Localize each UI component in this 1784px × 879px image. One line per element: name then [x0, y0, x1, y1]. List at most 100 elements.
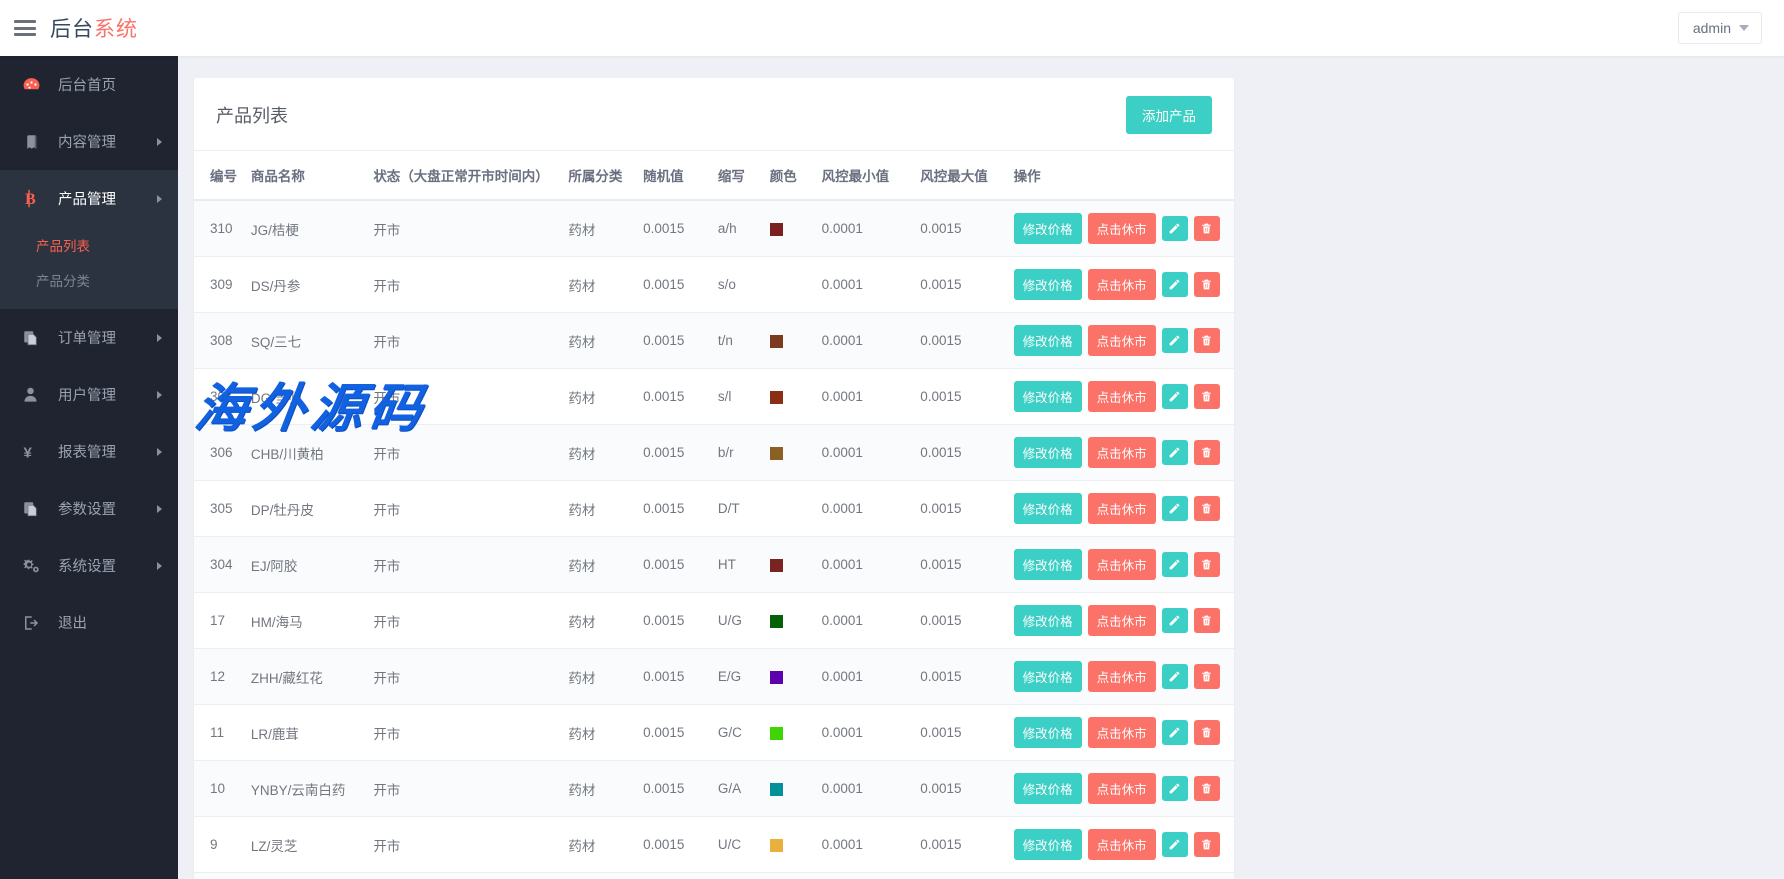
edit-row-button[interactable]	[1162, 328, 1188, 353]
edit-row-button[interactable]	[1162, 720, 1188, 745]
edit-price-button[interactable]: 修改价格	[1014, 605, 1082, 636]
delete-row-button[interactable]	[1194, 832, 1220, 857]
edit-price-button[interactable]: 修改价格	[1014, 773, 1082, 804]
cell-status: 开市	[367, 817, 562, 873]
cell-abbr: U/C	[712, 817, 764, 873]
edit-row-button[interactable]	[1162, 440, 1188, 465]
delete-row-button[interactable]	[1194, 608, 1220, 633]
close-market-button[interactable]: 点击休市	[1088, 493, 1156, 524]
cell-status: 开市	[367, 705, 562, 761]
pencil-icon	[1168, 782, 1181, 795]
close-market-button[interactable]: 点击休市	[1088, 773, 1156, 804]
delete-row-button[interactable]	[1194, 496, 1220, 521]
cell-id: 5	[194, 873, 245, 879]
add-product-button[interactable]: 添加产品	[1126, 96, 1212, 134]
sidebar-subitem-product-list[interactable]: 产品列表	[0, 227, 178, 262]
sidebar-item-report[interactable]: ¥ 报表管理	[0, 423, 178, 480]
edit-price-button[interactable]: 修改价格	[1014, 381, 1082, 412]
edit-price-button[interactable]: 修改价格	[1014, 717, 1082, 748]
close-market-button[interactable]: 点击休市	[1088, 381, 1156, 412]
sidebar-item-content[interactable]: 内容管理	[0, 113, 178, 170]
edit-row-button[interactable]	[1162, 216, 1188, 241]
color-swatch	[770, 223, 783, 236]
edit-row-button[interactable]	[1162, 496, 1188, 521]
edit-row-button[interactable]	[1162, 608, 1188, 633]
cell-color	[764, 817, 816, 873]
delete-row-button[interactable]	[1194, 440, 1220, 465]
delete-row-button[interactable]	[1194, 664, 1220, 689]
cell-random: 0.0015	[637, 593, 712, 649]
pencil-icon	[1168, 222, 1181, 235]
sidebar-item-logout[interactable]: 退出	[0, 594, 178, 651]
cell-id: 10	[194, 761, 245, 817]
edit-price-button[interactable]: 修改价格	[1014, 549, 1082, 580]
cell-random: 0.0015	[637, 200, 712, 257]
edit-row-button[interactable]	[1162, 664, 1188, 689]
chevron-right-icon	[157, 334, 162, 342]
cell-category: 药材	[562, 257, 637, 313]
table-row: 10YNBY/云南白药开市药材0.0015G/A0.00010.0015修改价格…	[194, 761, 1234, 817]
cell-min: 0.0001	[816, 200, 915, 257]
close-market-button[interactable]: 点击休市	[1088, 829, 1156, 860]
edit-row-button[interactable]	[1162, 272, 1188, 297]
edit-row-button[interactable]	[1162, 832, 1188, 857]
sidebar-item-params[interactable]: 参数设置	[0, 480, 178, 537]
color-swatch	[770, 391, 783, 404]
close-market-button[interactable]: 点击休市	[1088, 269, 1156, 300]
edit-price-button[interactable]: 修改价格	[1014, 325, 1082, 356]
sidebar-subitem-product-category[interactable]: 产品分类	[0, 262, 178, 297]
delete-row-button[interactable]	[1194, 216, 1220, 241]
cell-min: 0.0001	[816, 705, 915, 761]
edit-price-button[interactable]: 修改价格	[1014, 829, 1082, 860]
cell-abbr: G/A	[712, 761, 764, 817]
action-group: 修改价格点击休市	[1014, 493, 1228, 524]
delete-row-button[interactable]	[1194, 552, 1220, 577]
close-market-button[interactable]: 点击休市	[1088, 717, 1156, 748]
table-row: 308SQ/三七开市药材0.0015t/n0.00010.0015修改价格点击休…	[194, 313, 1234, 369]
sidebar-item-dashboard[interactable]: 后台首页	[0, 56, 178, 113]
cell-color	[764, 649, 816, 705]
user-menu[interactable]: admin	[1678, 12, 1762, 44]
edit-price-button[interactable]: 修改价格	[1014, 661, 1082, 692]
cell-abbr: HT	[712, 537, 764, 593]
close-market-button[interactable]: 点击休市	[1088, 661, 1156, 692]
edit-price-button[interactable]: 修改价格	[1014, 437, 1082, 468]
cell-color	[764, 200, 816, 257]
cell-max: 0.0015	[914, 369, 1007, 425]
cell-max: 0.0015	[914, 873, 1007, 879]
product-table: 编号 商品名称 状态（大盘正常开市时间内） 所属分类 随机值 缩写 颜色 风控最…	[194, 151, 1234, 879]
close-market-button[interactable]: 点击休市	[1088, 437, 1156, 468]
delete-row-button[interactable]	[1194, 272, 1220, 297]
cell-id: 310	[194, 200, 245, 257]
edit-row-button[interactable]	[1162, 384, 1188, 409]
hamburger-icon[interactable]	[14, 20, 36, 36]
delete-row-button[interactable]	[1194, 328, 1220, 353]
action-group: 修改价格点击休市	[1014, 381, 1228, 412]
cell-abbr: E/G	[712, 649, 764, 705]
close-market-button[interactable]: 点击休市	[1088, 325, 1156, 356]
close-market-button[interactable]: 点击休市	[1088, 605, 1156, 636]
cell-color	[764, 537, 816, 593]
delete-row-button[interactable]	[1194, 720, 1220, 745]
cell-color	[764, 425, 816, 481]
col-header-id: 编号	[194, 151, 245, 200]
sidebar-item-order[interactable]: 订单管理	[0, 309, 178, 366]
cell-category: 药材	[562, 593, 637, 649]
sidebar-item-system[interactable]: 系统设置	[0, 537, 178, 594]
edit-price-button[interactable]: 修改价格	[1014, 213, 1082, 244]
cell-status: 开市	[367, 369, 562, 425]
delete-row-button[interactable]	[1194, 384, 1220, 409]
edit-row-button[interactable]	[1162, 776, 1188, 801]
action-group: 修改价格点击休市	[1014, 549, 1228, 580]
edit-price-button[interactable]: 修改价格	[1014, 269, 1082, 300]
pencil-icon	[1168, 558, 1181, 571]
cell-actions: 修改价格点击休市	[1008, 873, 1234, 879]
cell-min: 0.0001	[816, 761, 915, 817]
close-market-button[interactable]: 点击休市	[1088, 549, 1156, 580]
delete-row-button[interactable]	[1194, 776, 1220, 801]
sidebar-item-product[interactable]: B 产品管理	[0, 170, 178, 227]
close-market-button[interactable]: 点击休市	[1088, 213, 1156, 244]
edit-price-button[interactable]: 修改价格	[1014, 493, 1082, 524]
sidebar-item-user[interactable]: 用户管理	[0, 366, 178, 423]
edit-row-button[interactable]	[1162, 552, 1188, 577]
